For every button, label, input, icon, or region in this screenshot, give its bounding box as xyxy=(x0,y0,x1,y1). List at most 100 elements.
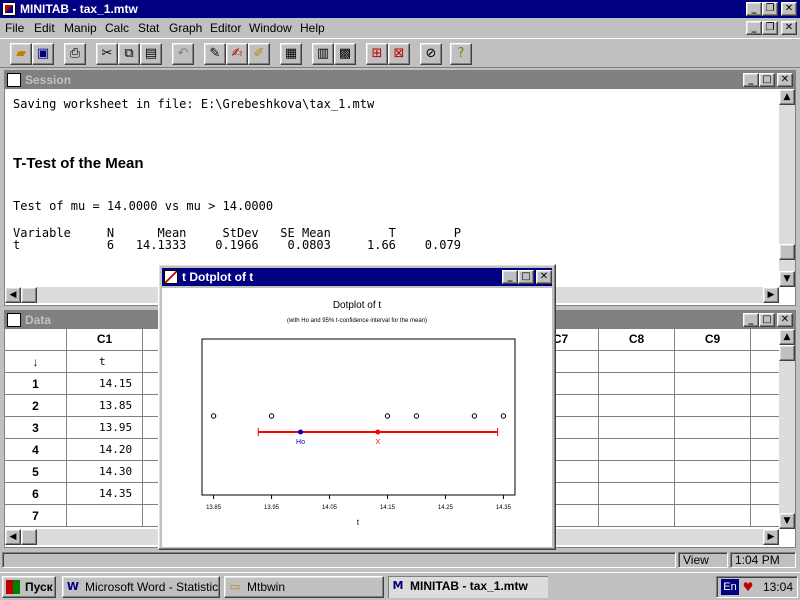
session-window-button[interactable]: ✍ xyxy=(226,43,248,65)
table-cell[interactable] xyxy=(675,461,751,483)
scroll-left-arrow-icon[interactable]: ◀ xyxy=(5,529,21,545)
column-header-c9[interactable]: C9 xyxy=(675,329,751,351)
dotplot-maximize-button[interactable]: □ xyxy=(518,270,534,284)
task-word[interactable]: W Microsoft Word - Statistics... xyxy=(62,576,220,598)
table-cell[interactable] xyxy=(751,417,779,439)
menu-editor[interactable]: Editor xyxy=(210,21,241,35)
table-cell[interactable] xyxy=(599,373,675,395)
info-button[interactable]: ▥ xyxy=(312,43,334,65)
table-cell[interactable] xyxy=(675,417,751,439)
row-header[interactable]: 4 xyxy=(5,439,67,461)
doc-restore-button[interactable]: ❐ xyxy=(762,21,778,35)
row-header[interactable]: 2 xyxy=(5,395,67,417)
column-header-c1[interactable]: C1 xyxy=(67,329,143,351)
scroll-down-arrow-icon[interactable]: ▼ xyxy=(779,271,795,287)
table-cell[interactable] xyxy=(751,461,779,483)
table-cell[interactable] xyxy=(599,483,675,505)
column-name-cell[interactable] xyxy=(675,351,751,373)
table-cell[interactable] xyxy=(675,505,751,527)
column-header-c8[interactable]: C8 xyxy=(599,329,675,351)
stop-button[interactable]: ⊘ xyxy=(420,43,442,65)
session-maximize-button[interactable]: □ xyxy=(759,73,775,87)
session-close-button[interactable]: ✕ xyxy=(777,73,793,87)
scroll-down-arrow-icon[interactable]: ▼ xyxy=(779,513,795,529)
row-header[interactable]: 1 xyxy=(5,373,67,395)
row-header[interactable]: 5 xyxy=(5,461,67,483)
column-header-c10[interactable]: C xyxy=(751,329,779,351)
table-cell[interactable] xyxy=(751,395,779,417)
table-cell[interactable] xyxy=(599,505,675,527)
scroll-up-arrow-icon[interactable]: ▲ xyxy=(779,89,795,105)
row-header[interactable]: 6 xyxy=(5,483,67,505)
doc-minimize-button[interactable]: _ xyxy=(746,21,762,35)
menu-help[interactable]: Help xyxy=(300,21,325,35)
antivirus-icon[interactable]: ♥ xyxy=(741,579,755,595)
restore-button[interactable]: ❐ xyxy=(762,2,778,16)
data-close-button[interactable]: ✕ xyxy=(777,313,793,327)
open-button[interactable]: ▰ xyxy=(10,43,32,65)
table-cell[interactable] xyxy=(599,461,675,483)
minitab-app-icon[interactable] xyxy=(2,2,16,16)
table-cell[interactable] xyxy=(675,395,751,417)
scroll-left-arrow-icon[interactable]: ◀ xyxy=(5,287,21,303)
scroll-up-arrow-icon[interactable]: ▲ xyxy=(779,329,795,345)
start-button[interactable]: Пуск xyxy=(2,576,56,598)
menu-graph[interactable]: Graph xyxy=(169,21,202,35)
table-cell[interactable] xyxy=(675,373,751,395)
table-cell[interactable] xyxy=(751,505,779,527)
scroll-right-arrow-icon[interactable]: ▶ xyxy=(763,529,779,545)
copy-button[interactable]: ⧉ xyxy=(118,43,140,65)
graphs-button[interactable]: ⊞ xyxy=(366,43,388,65)
session-title-bar[interactable]: Session _ □ ✕ xyxy=(5,71,795,89)
menu-edit[interactable]: Edit xyxy=(34,21,55,35)
table-cell-c1[interactable]: 13.95 xyxy=(67,417,143,439)
scroll-right-arrow-icon[interactable]: ▶ xyxy=(763,287,779,303)
column-name-cell[interactable] xyxy=(751,351,779,373)
dotplot-minimize-button[interactable]: _ xyxy=(502,270,518,284)
minimize-button[interactable]: _ xyxy=(746,2,762,16)
table-cell-c1[interactable]: 14.15 xyxy=(67,373,143,395)
data-minimize-button[interactable]: _ xyxy=(743,313,759,327)
data-scroll-thumb[interactable] xyxy=(779,345,795,361)
column-name-c1[interactable]: t xyxy=(67,351,143,373)
print-button[interactable]: ⎙ xyxy=(64,43,86,65)
row-header[interactable]: 3 xyxy=(5,417,67,439)
data-hscroll-thumb[interactable] xyxy=(21,529,37,545)
cut-button[interactable]: ✂ xyxy=(96,43,118,65)
session-hscroll-thumb[interactable] xyxy=(21,287,37,303)
table-cell[interactable] xyxy=(599,395,675,417)
table-cell-c1[interactable]: 14.30 xyxy=(67,461,143,483)
dotplot-title-bar[interactable]: t Dotplot of t _ □ ✕ xyxy=(162,268,552,286)
table-cell-c1[interactable]: 14.35 xyxy=(67,483,143,505)
data-maximize-button[interactable]: □ xyxy=(759,313,775,327)
table-cell[interactable] xyxy=(751,439,779,461)
dotplot-canvas[interactable]: Dotplot of t (with Ho and 95% t-confiden… xyxy=(162,288,552,547)
close-button[interactable]: ✕ xyxy=(781,2,797,16)
table-cell-c1[interactable] xyxy=(67,505,143,527)
table-cell[interactable] xyxy=(675,483,751,505)
dotplot-close-button[interactable]: ✕ xyxy=(536,270,552,284)
session-minimize-button[interactable]: _ xyxy=(743,73,759,87)
language-indicator[interactable]: En xyxy=(721,579,739,595)
save-button[interactable]: ▣ xyxy=(32,43,54,65)
task-mtbwin[interactable]: ▭ Mtbwin xyxy=(224,576,384,598)
table-cell[interactable] xyxy=(599,439,675,461)
paste-button[interactable]: ▤ xyxy=(140,43,162,65)
doc-close-button[interactable]: ✕ xyxy=(781,21,797,35)
table-cell-c1[interactable]: 13.85 xyxy=(67,395,143,417)
menu-window[interactable]: Window xyxy=(249,21,292,35)
table-cell-c1[interactable]: 14.20 xyxy=(67,439,143,461)
column-name-cell[interactable] xyxy=(599,351,675,373)
session-scroll-thumb[interactable] xyxy=(779,244,795,260)
help-button[interactable]: ? xyxy=(450,43,472,65)
data-vertical-scrollbar[interactable]: ▲ ▼ xyxy=(779,329,795,529)
table-cell[interactable] xyxy=(751,483,779,505)
menu-stat[interactable]: Stat xyxy=(138,21,159,35)
table-cell[interactable] xyxy=(751,373,779,395)
menu-manip[interactable]: Manip xyxy=(64,21,97,35)
row-header[interactable]: 7 xyxy=(5,505,67,527)
edit-last-dialog-button[interactable]: ✎ xyxy=(204,43,226,65)
history-button[interactable]: ▩ xyxy=(334,43,356,65)
table-cell[interactable] xyxy=(675,439,751,461)
menu-file[interactable]: File xyxy=(5,21,24,35)
